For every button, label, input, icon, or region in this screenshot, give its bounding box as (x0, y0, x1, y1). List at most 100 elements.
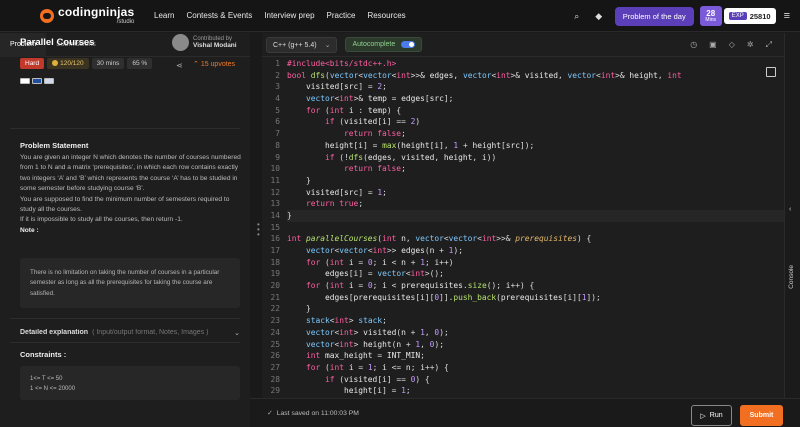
code-text[interactable]: return true; (287, 198, 784, 210)
console-panel[interactable]: ‹ Console (784, 33, 800, 398)
notification-icon[interactable]: ◆ (593, 10, 605, 22)
code-text[interactable]: if (visited[i] == 2) (287, 116, 784, 128)
code-text[interactable]: if (!dfs(edges, visited, height, i)) (287, 152, 784, 164)
code-line[interactable]: 22 } (262, 303, 784, 315)
code-text[interactable] (287, 222, 784, 234)
code-text[interactable]: } (287, 175, 784, 187)
code-line[interactable]: 15 (262, 222, 784, 234)
copy-icon[interactable] (766, 67, 776, 77)
code-text[interactable]: bool dfs(vector<vector<int>>& edges, vec… (287, 70, 784, 82)
company-logo-icon[interactable] (32, 78, 42, 84)
code-line[interactable]: 1 #include<bits/stdc++.h> (262, 58, 784, 70)
code-text[interactable]: visited[src] = 1; (287, 187, 784, 199)
code-text[interactable]: return false; (287, 163, 784, 175)
code-text[interactable]: height[i] = 1; (287, 385, 784, 397)
upvote-count: 15 upvotes (200, 61, 236, 68)
problem-of-the-day-button[interactable]: Problem of the day (614, 6, 694, 26)
nav-practice[interactable]: Practice (327, 11, 356, 20)
code-line[interactable]: 5 for (int i : temp) { (262, 105, 784, 117)
code-line[interactable]: 3 visited[src] = 2; (262, 81, 784, 93)
code-line[interactable]: 2 bool dfs(vector<vector<int>>& edges, ve… (262, 70, 784, 82)
code-line[interactable]: 14} (262, 209, 784, 222)
code-line[interactable]: 4 vector<int>& temp = edges[src]; (262, 93, 784, 105)
code-text[interactable]: vector<int> height(n + 1, 0); (287, 339, 784, 351)
code-line[interactable]: 9 if (!dfs(edges, visited, height, i)) (262, 152, 784, 164)
line-number: 18 (270, 257, 280, 267)
company-logo-icon[interactable] (44, 78, 54, 84)
code-text[interactable]: } (287, 303, 784, 315)
submit-button[interactable]: Submit (740, 405, 783, 426)
exp-badge[interactable]: EXP 25810 (723, 8, 776, 24)
nav-resources[interactable]: Resources (367, 11, 405, 20)
run-label: Run (709, 412, 723, 419)
code-line[interactable]: 7 return false; (262, 128, 784, 140)
code-line[interactable]: 24 vector<int> visited(n + 1, 0); (262, 327, 784, 339)
code-line[interactable]: 10 return false; (262, 163, 784, 175)
code-line[interactable]: 17 vector<vector<int>> edges(n + 1); (262, 245, 784, 257)
code-line[interactable]: 13 return true; (262, 198, 784, 210)
code-line[interactable]: 26 int max_height = INT_MIN; (262, 350, 784, 362)
code-line[interactable]: 8 height[i] = max(height[i], 1 + height[… (262, 140, 784, 152)
menu-icon[interactable]: ≡ (784, 10, 790, 22)
code-line[interactable]: 19 edges[i] = vector<int>(); (262, 268, 784, 280)
chevron-left-icon[interactable]: ‹ (789, 206, 791, 213)
code-text[interactable]: vector<vector<int>> edges(n + 1); (287, 245, 784, 257)
code-text[interactable]: edges[prerequisites[i][0]].push_back(pre… (287, 292, 784, 304)
code-text[interactable]: #include<bits/stdc++.h> (287, 58, 784, 70)
code-line[interactable]: 18 for (int i = 0; i < n + 1; i++) (262, 257, 784, 269)
code-line[interactable]: 21 edges[prerequisites[i][0]].push_back(… (262, 292, 784, 304)
code-area[interactable]: 1 #include<bits/stdc++.h> 2 bool dfs(vector… (262, 58, 784, 398)
top-navbar: codingninjas /studio Learn Contests & Ev… (0, 0, 800, 32)
line-number: 9 (275, 152, 280, 162)
line-number: 20 (270, 281, 280, 291)
code-text[interactable]: for (int i = 0; i < n + 1; i++) (287, 257, 784, 269)
code-text[interactable]: height[i] = max(height[i], 1 + height[sr… (287, 140, 784, 152)
code-text[interactable]: int parallelCourses(int n, vector<vector… (287, 233, 784, 245)
upvote-button[interactable]: ⌃ 15 upvotes (193, 60, 235, 68)
code-text[interactable]: for (int i = 1; i <= n; i++) { (287, 362, 784, 374)
search-icon[interactable]: ⌕ (571, 10, 583, 22)
run-button[interactable]: ▷ Run (691, 405, 732, 426)
code-text[interactable]: for (int i : temp) { (287, 105, 784, 117)
streak-unit: Mins (705, 16, 716, 23)
code-text[interactable]: vector<int>& temp = edges[src]; (287, 93, 784, 105)
code-line[interactable]: 12 visited[src] = 1; (262, 187, 784, 199)
code-line[interactable]: 27 for (int i = 1; i <= n; i++) { (262, 362, 784, 374)
nav-interview-prep[interactable]: Interview prep (264, 11, 314, 20)
autocomplete-toggle[interactable]: Autocomplete (345, 37, 423, 52)
code-line[interactable]: 11 } (262, 175, 784, 187)
history-icon[interactable]: ◷ (690, 40, 697, 50)
company-logo-icon[interactable] (20, 78, 30, 84)
code-text[interactable]: int max_height = INT_MIN; (287, 350, 784, 362)
code-line[interactable]: 29 height[i] = 1; (262, 385, 784, 397)
code-text[interactable]: for (int i = 0; i < prerequisites.size()… (287, 280, 784, 292)
nav-learn[interactable]: Learn (154, 11, 174, 20)
code-text[interactable]: edges[i] = vector<int>(); (287, 268, 784, 280)
settings-icon[interactable]: ✲ (747, 40, 754, 50)
save-icon[interactable]: ▣ (709, 40, 717, 50)
detailed-explanation-toggle[interactable]: Detailed explanation ( Input/output form… (20, 329, 242, 336)
resize-handle[interactable]: • • • (257, 221, 260, 239)
problem-statement: You are given an integer N which denotes… (20, 153, 245, 236)
contributor-name[interactable]: Vishal Modani (193, 42, 237, 49)
code-text[interactable]: return false; (287, 128, 784, 140)
code-line[interactable]: 20 for (int i = 0; i < prerequisites.siz… (262, 280, 784, 292)
constraints-box: 1<= T <= 50 1 <= N <= 20000 (20, 366, 240, 400)
code-text[interactable]: stack<int> stack; (287, 315, 784, 327)
logo[interactable]: codingninjas /studio (40, 6, 140, 25)
language-select[interactable]: C++ (g++ 5.4) ⌄ (266, 36, 338, 53)
code-text[interactable]: if (visited[i] == 0) { (287, 374, 784, 386)
streak-badge[interactable]: 28 Mins (699, 6, 722, 26)
code-line[interactable]: 16 int parallelCourses(int n, vector<vect… (262, 233, 784, 245)
code-text[interactable]: } (287, 209, 784, 222)
share-icon[interactable]: ⋖ (176, 61, 183, 70)
format-icon[interactable]: ◇ (729, 40, 735, 50)
code-line[interactable]: 25 vector<int> height(n + 1, 0); (262, 339, 784, 351)
code-text[interactable]: vector<int> visited(n + 1, 0); (287, 327, 784, 339)
code-line[interactable]: 28 if (visited[i] == 0) { (262, 374, 784, 386)
code-text[interactable]: visited[src] = 2; (287, 81, 784, 93)
nav-contests[interactable]: Contests & Events (186, 11, 252, 20)
fullscreen-icon[interactable]: ⤢ (766, 40, 772, 50)
code-line[interactable]: 23 stack<int> stack; (262, 315, 784, 327)
code-line[interactable]: 6 if (visited[i] == 2) (262, 116, 784, 128)
